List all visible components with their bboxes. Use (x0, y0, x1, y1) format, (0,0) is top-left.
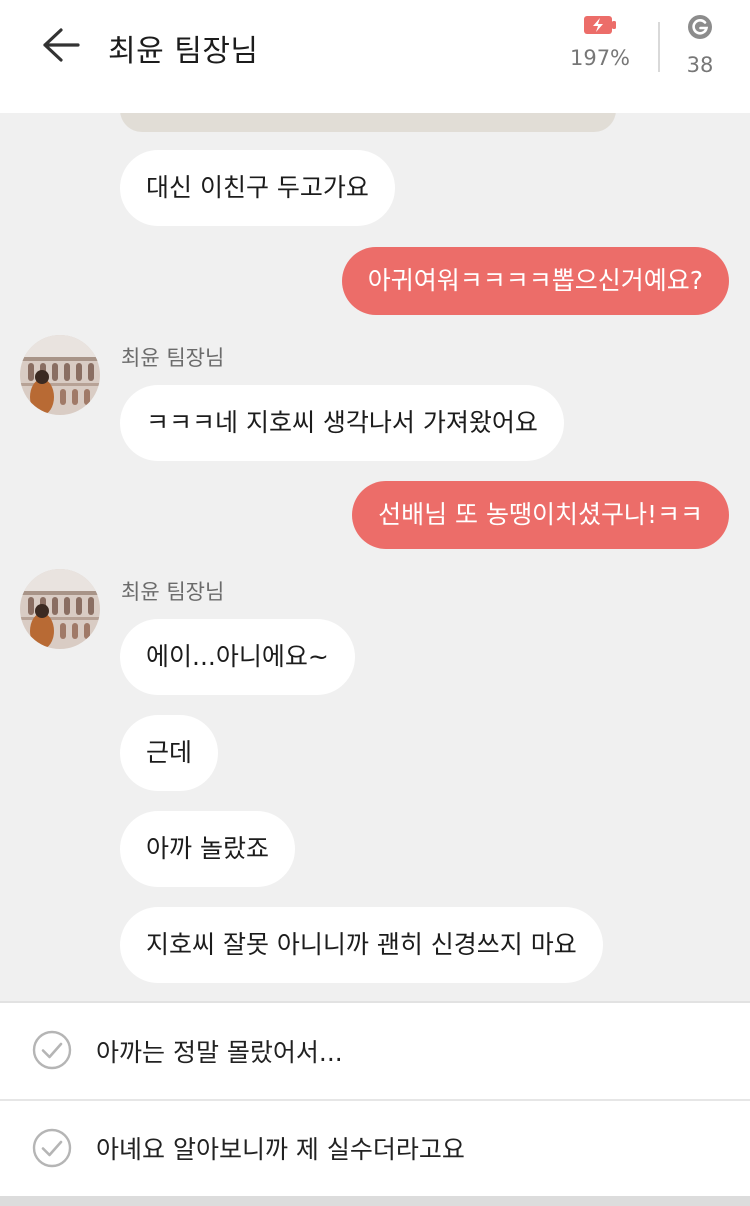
message-bubble-incoming: 근데 (120, 715, 219, 791)
gem-coin-icon (672, 14, 728, 44)
chat-area[interactable]: 대신 이친구 두고가요 아귀여워ㅋㅋㅋㅋ뽑으신거예요? 최윤 팀장님 ㅋㅋㅋ네 … (0, 0, 750, 1000)
gem-counter[interactable]: 38 (672, 14, 728, 77)
message-bubble-incoming: 대신 이친구 두고가요 (120, 150, 395, 226)
back-arrow-icon (41, 27, 81, 67)
reply-option-text: 아까는 정말 몰랐어서... (96, 1038, 343, 1067)
message-bubble-outgoing: 아귀여워ㅋㅋㅋㅋ뽑으신거예요? (341, 247, 729, 315)
sender-name: 최윤 팀장님 (121, 346, 225, 370)
battery-icon (560, 14, 640, 40)
battery-indicator[interactable]: 197% (560, 14, 640, 70)
reply-option[interactable]: 아까는 정말 몰랐어서... (0, 1003, 750, 1099)
bottom-divider (0, 1196, 750, 1206)
back-button[interactable] (36, 26, 86, 68)
avatar[interactable] (20, 335, 100, 415)
check-circle-icon (32, 1128, 72, 1172)
message-bubble-incoming: 아까 놀랐죠 (120, 811, 295, 887)
reply-option-text: 아녜요 알아보니까 제 실수더라고요 (96, 1135, 465, 1164)
message-bubble-incoming: 지호씨 잘못 아니니까 괜히 신경쓰지 마요 (120, 907, 603, 983)
header-divider (658, 22, 660, 72)
message-bubble-outgoing: 선배님 또 농땡이치셨구나!ㅋㅋ (352, 481, 729, 549)
gem-count: 38 (686, 53, 714, 77)
chat-title: 최윤 팀장님 (108, 34, 259, 69)
chat-header: 최윤 팀장님 197% 38 (0, 0, 750, 113)
check-circle-icon (32, 1030, 72, 1074)
reply-options: 아까는 정말 몰랐어서... 아녜요 알아보니까 제 실수더라고요 (0, 1001, 750, 1206)
battery-percent: 197% (569, 46, 631, 70)
message-bubble-incoming: ㅋㅋㅋ네 지호씨 생각나서 가져왔어요 (120, 385, 564, 461)
message-bubble-incoming: 에이...아니에요~ (120, 619, 355, 695)
avatar[interactable] (20, 569, 100, 649)
reply-option[interactable]: 아녜요 알아보니까 제 실수더라고요 (0, 1099, 750, 1195)
sender-name: 최윤 팀장님 (121, 580, 225, 604)
